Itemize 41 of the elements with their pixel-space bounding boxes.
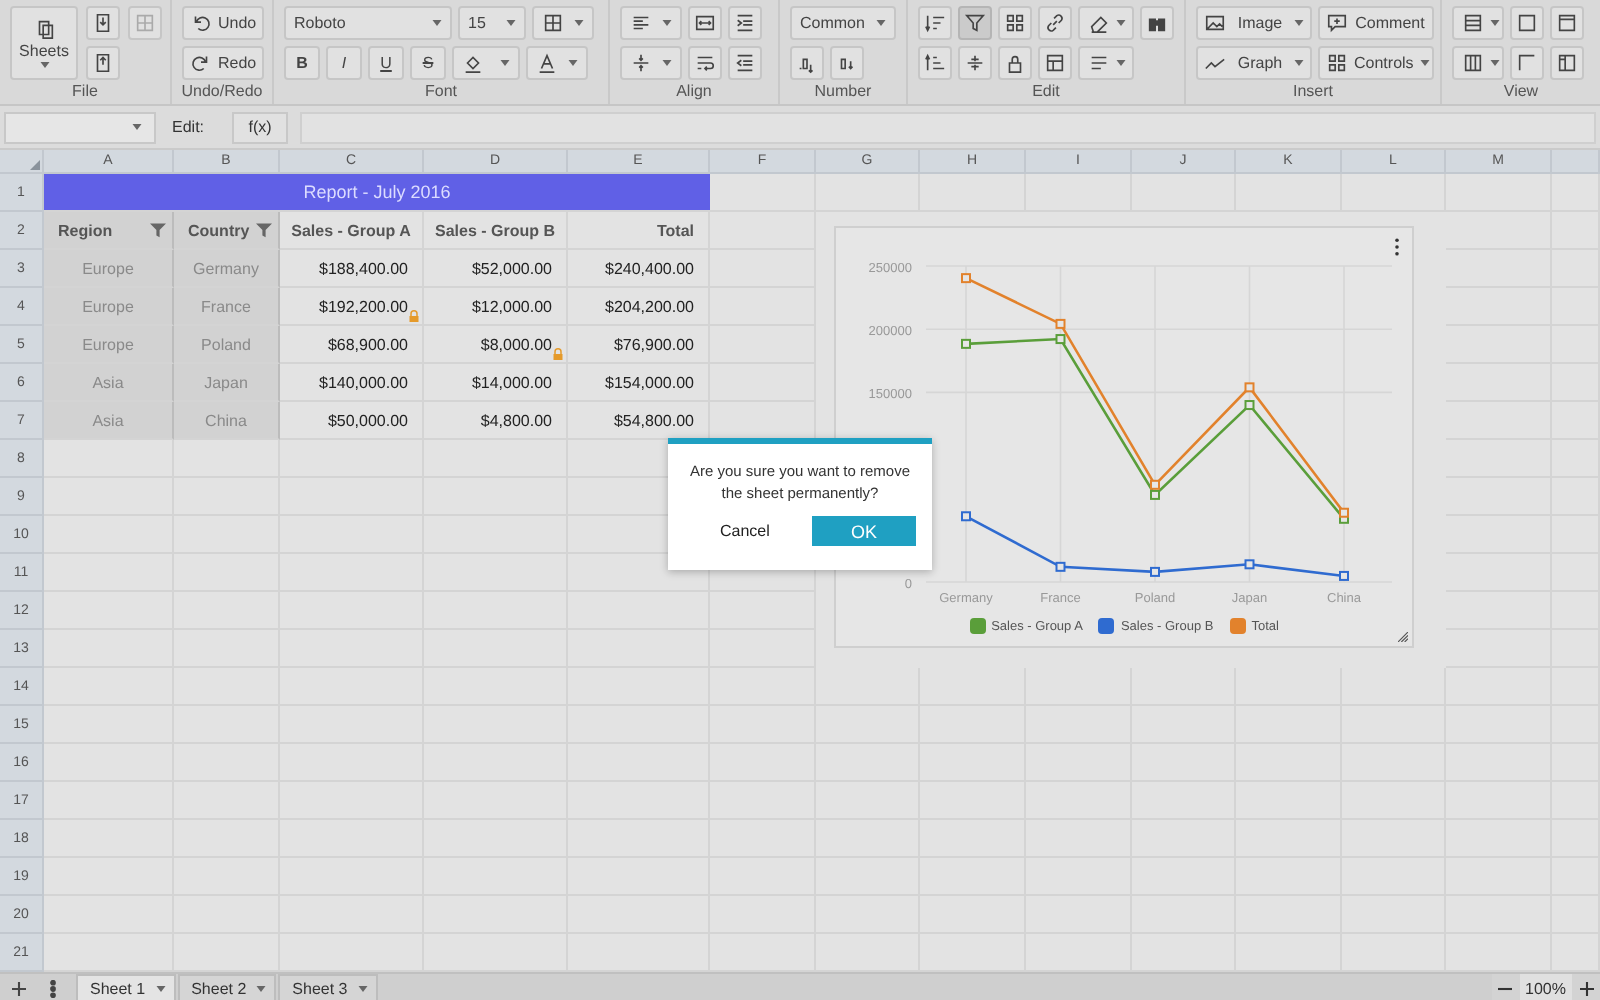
group-label: Undo/Redo bbox=[179, 80, 265, 104]
cell-text: $68,900.00 bbox=[327, 335, 408, 353]
cell-text: Europe bbox=[82, 259, 134, 277]
cell-text: $204,200.00 bbox=[605, 297, 694, 315]
group-label: File bbox=[70, 80, 100, 104]
cell-text: $188,400.00 bbox=[319, 259, 408, 277]
header-text: Total bbox=[656, 221, 694, 239]
cell-text: Germany bbox=[193, 259, 259, 277]
cell-text: $12,000.00 bbox=[471, 297, 552, 315]
cell-text: $54,800.00 bbox=[613, 411, 694, 429]
cell-text: Europe bbox=[82, 335, 134, 353]
group-label: View bbox=[1501, 80, 1541, 104]
cell-text: Asia bbox=[92, 411, 124, 429]
group-label: Edit bbox=[1030, 80, 1062, 104]
cell-text: China bbox=[205, 411, 247, 429]
cell-text: $76,900.00 bbox=[613, 335, 694, 353]
zoom-level: 100% bbox=[1519, 974, 1572, 1000]
cell-text: $140,000.00 bbox=[319, 373, 408, 391]
cell-text: Europe bbox=[82, 297, 134, 315]
cell-text: $50,000.00 bbox=[327, 411, 408, 429]
cell-text: $52,000.00 bbox=[471, 259, 552, 277]
header-text: Sales - Group A bbox=[291, 221, 411, 239]
group-label: Align bbox=[674, 80, 714, 104]
cell-text: Poland bbox=[201, 335, 251, 353]
cell-text: Japan bbox=[204, 373, 248, 391]
cell-text: $240,400.00 bbox=[605, 259, 694, 277]
cell-text: France bbox=[201, 297, 251, 315]
group-label: Font bbox=[422, 80, 459, 104]
cell-text: $154,000.00 bbox=[605, 373, 694, 391]
group-label: Number bbox=[812, 80, 874, 104]
header-text: Country bbox=[188, 221, 250, 239]
cell-text: $4,800.00 bbox=[480, 411, 552, 429]
cell-text: Asia bbox=[92, 373, 124, 391]
edit-label: Edit: bbox=[172, 118, 205, 136]
cell-text: $14,000.00 bbox=[471, 373, 552, 391]
report-title: Report - July 2016 bbox=[44, 174, 710, 212]
header-text: Region bbox=[58, 221, 113, 239]
group-label: Insert bbox=[1290, 80, 1335, 104]
header-text: Sales - Group B bbox=[435, 221, 556, 239]
cell-text: $192,200.00 bbox=[319, 297, 408, 315]
cell-text: $8,000.00 bbox=[480, 335, 552, 353]
